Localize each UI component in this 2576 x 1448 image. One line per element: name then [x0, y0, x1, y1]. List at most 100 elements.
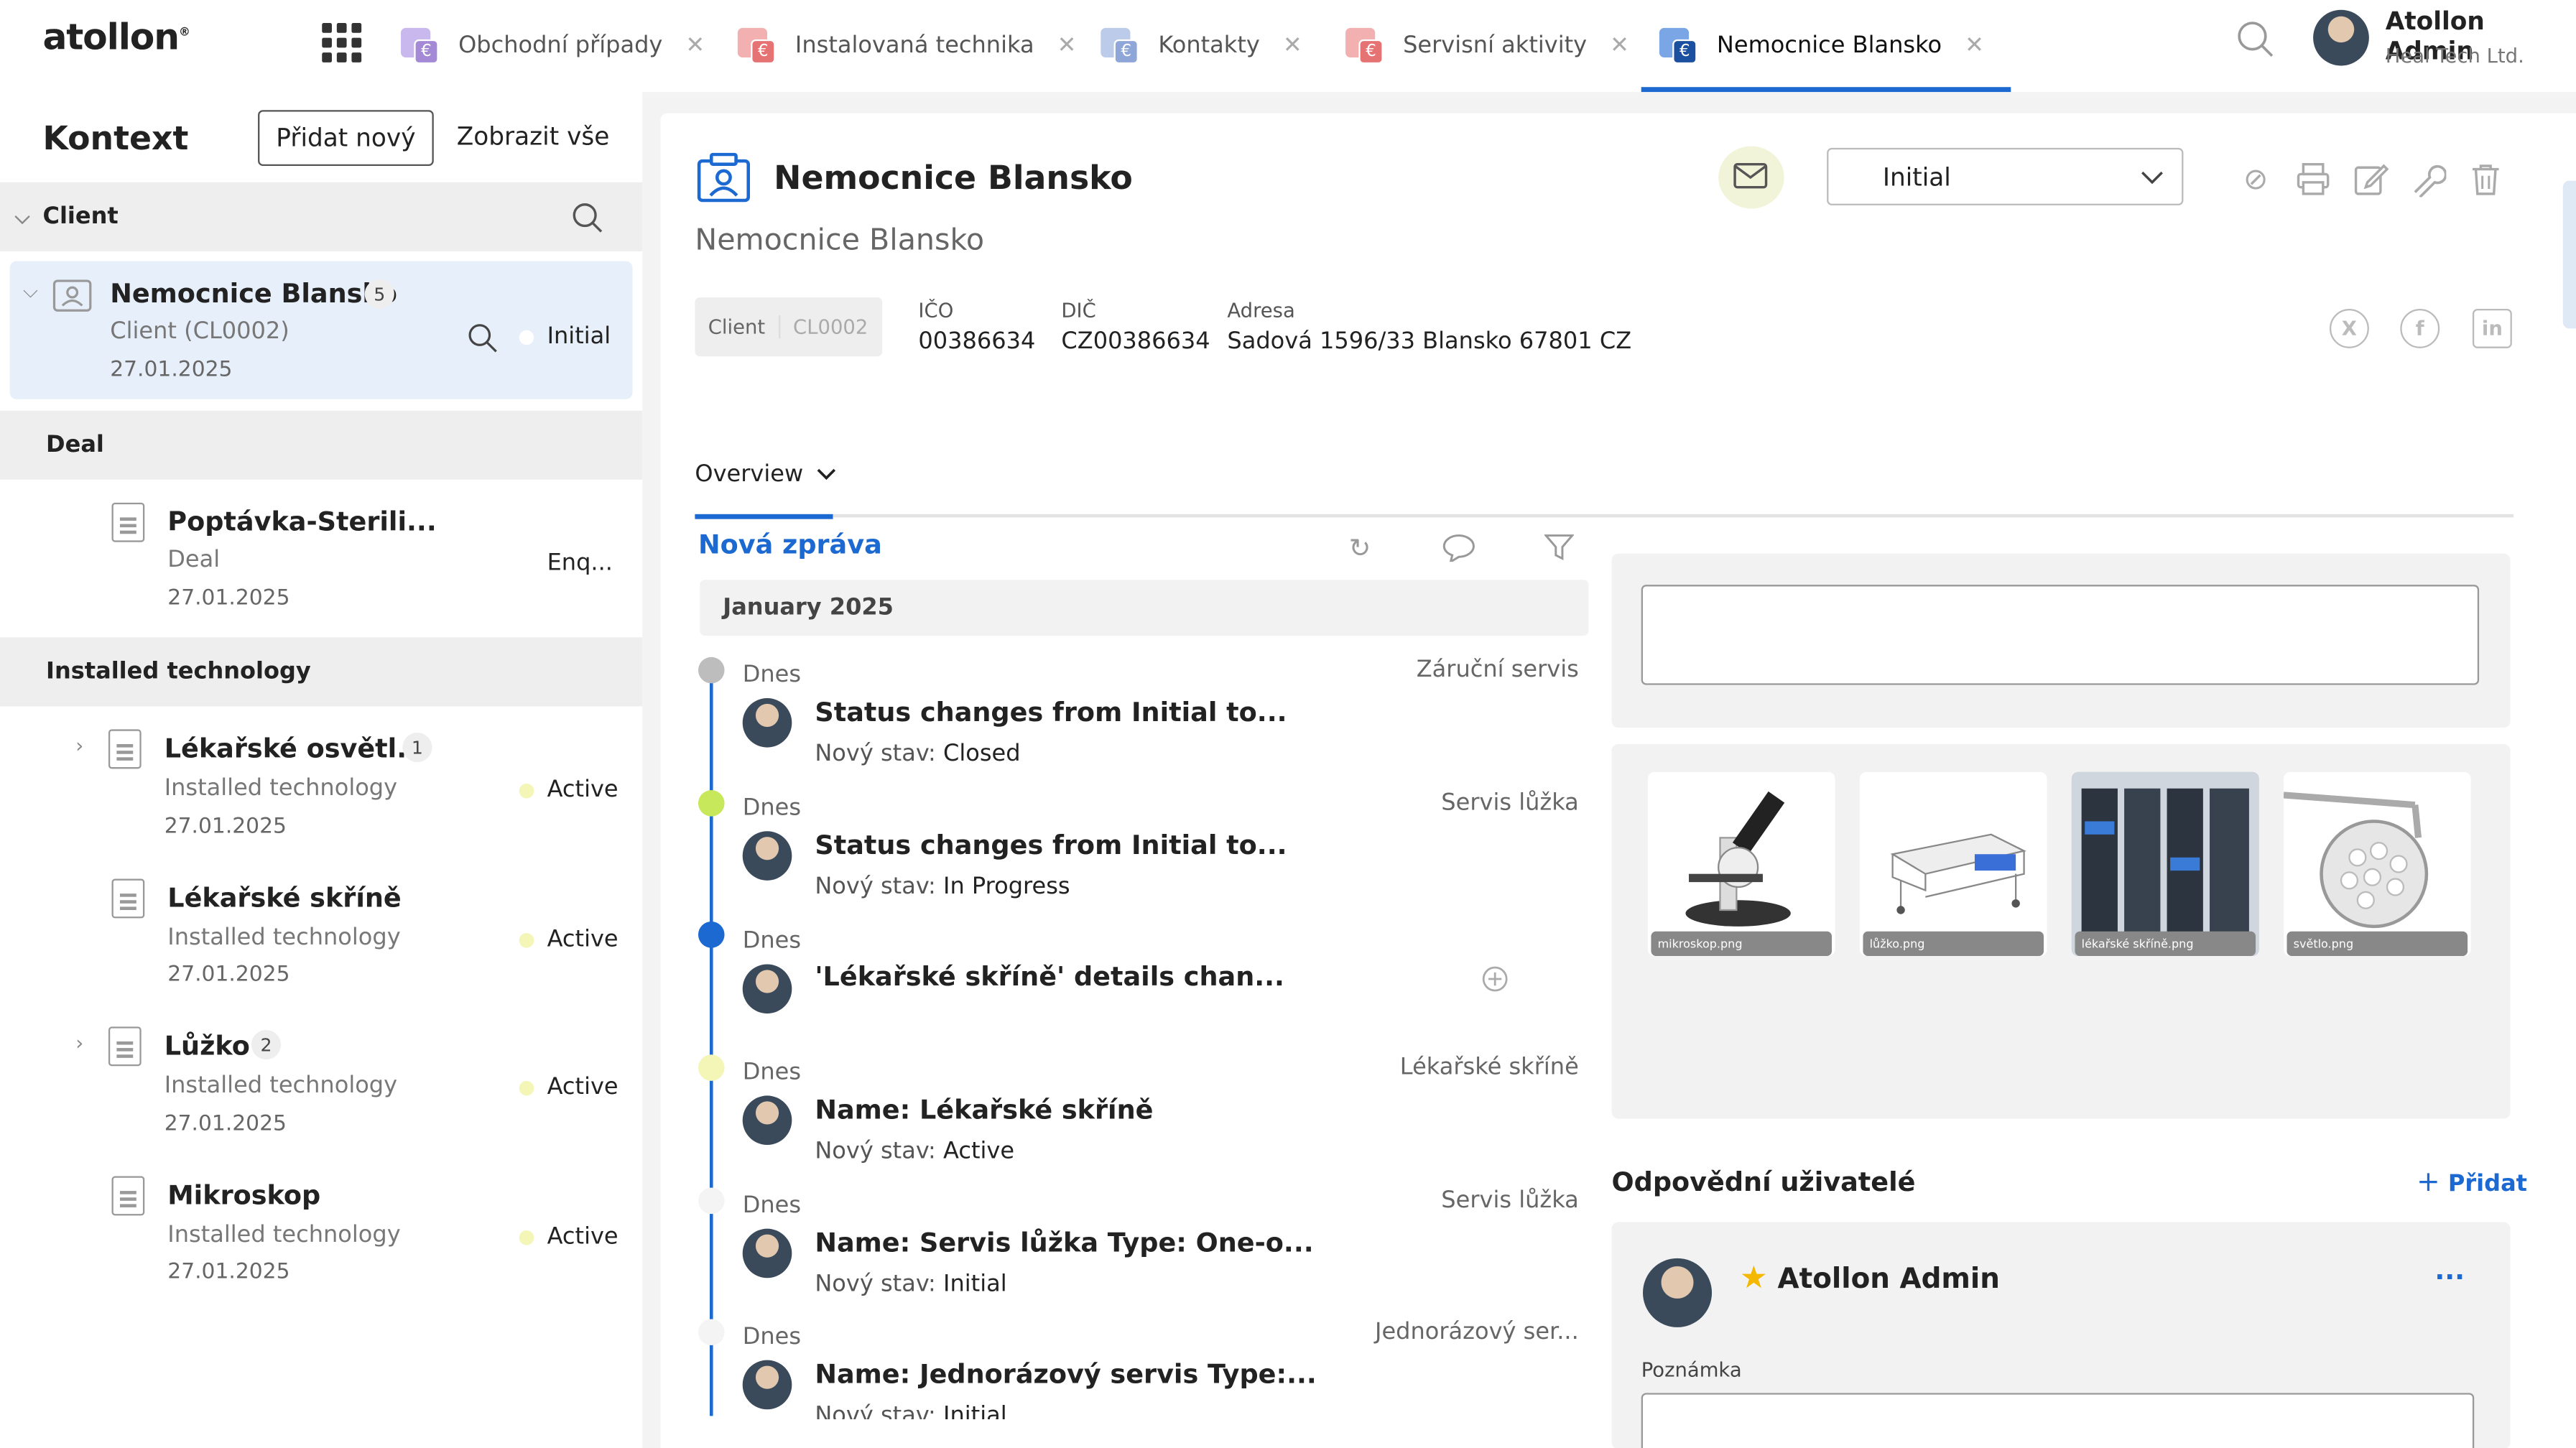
print-icon[interactable]: [2295, 161, 2331, 197]
service-icon: €: [1345, 24, 1388, 67]
show-all-button[interactable]: Zobrazit vše: [457, 121, 610, 151]
timeline-context[interactable]: Lékařské skříně: [1400, 1054, 1579, 1081]
timeline-title[interactable]: Name: Lékařské skříně: [815, 1094, 1153, 1125]
chevron-right-icon[interactable]: ›: [75, 1031, 83, 1054]
new-message-link[interactable]: Nová zpráva: [698, 529, 882, 560]
gallery-image[interactable]: lůžko.png: [1859, 771, 2047, 957]
status-badge: Initial: [519, 324, 611, 350]
timeline-context[interactable]: Servis lůžka: [1441, 1188, 1579, 1215]
wrench-icon[interactable]: [2410, 161, 2447, 198]
edit-icon[interactable]: [2353, 161, 2389, 197]
document-icon: [111, 1176, 145, 1216]
tab-nemocnice-blansko[interactable]: € Nemocnice Blansko ✕: [1641, 0, 2010, 93]
tab-active-indicator: [695, 514, 833, 519]
tab-servisni-aktivity[interactable]: € Servisní aktivity ✕: [1345, 0, 1629, 92]
close-icon[interactable]: ✕: [1283, 33, 1302, 60]
document-icon: [111, 878, 145, 919]
close-icon[interactable]: ✕: [1965, 33, 1984, 60]
timeline-title[interactable]: Status changes from Initial to...: [815, 697, 1287, 728]
search-icon[interactable]: [572, 202, 605, 235]
chevron-right-icon[interactable]: ›: [75, 734, 83, 757]
timeline-context[interactable]: Servis lůžka: [1441, 790, 1579, 817]
tab-label: Obchodní případy: [458, 32, 663, 60]
comment-input[interactable]: [1641, 585, 2480, 685]
add-new-button[interactable]: Přidat nový: [258, 110, 434, 166]
installed-name[interactable]: Mikroskop: [167, 1179, 320, 1210]
facebook-icon[interactable]: f: [2400, 308, 2440, 348]
status-dot-icon: [519, 1229, 534, 1245]
status-badge: Active: [519, 1075, 618, 1100]
section-label: Installed technology: [46, 659, 311, 685]
client-icon: €: [1659, 24, 1702, 67]
timeline-title[interactable]: Name: Servis lůžka Type: One-o...: [815, 1227, 1313, 1258]
tab-overview[interactable]: Overview: [695, 462, 836, 488]
close-icon[interactable]: ✕: [1610, 33, 1629, 60]
status-label: Active: [547, 1223, 618, 1250]
timeline-dot-icon: [698, 1319, 725, 1346]
comment-icon[interactable]: [1442, 532, 1475, 562]
refresh-icon[interactable]: ↻: [1349, 532, 1371, 563]
chip-code: CL0002: [778, 315, 881, 339]
dic-value: CZ00386634: [1061, 328, 1210, 355]
attachment-icon[interactable]: ⊘: [2238, 161, 2274, 197]
apps-grid-icon[interactable]: [322, 23, 362, 62]
star-icon[interactable]: ★: [1740, 1260, 1768, 1296]
installed-name[interactable]: Lékařské skříně: [167, 882, 401, 913]
installed-type: Installed technology: [164, 1072, 398, 1100]
timeline-context[interactable]: Jednorázový ser...: [1375, 1319, 1579, 1345]
close-icon[interactable]: ✕: [1057, 33, 1077, 60]
more-options-icon[interactable]: ···: [2434, 1261, 2465, 1292]
trash-icon[interactable]: [2468, 161, 2503, 197]
timeline-title[interactable]: Name: Jednorázový servis Type:...: [815, 1358, 1316, 1389]
status-select[interactable]: Initial: [1827, 147, 2184, 205]
section-deal: Deal: [0, 410, 643, 480]
avatar: [742, 964, 792, 1014]
mail-icon: [1733, 162, 1768, 189]
deal-icon: €: [401, 24, 443, 67]
sub-label: Nový stav:: [815, 873, 936, 901]
sub-label: Nový stav:: [815, 1271, 936, 1298]
tab-label: Kontakty: [1158, 32, 1260, 60]
installed-name[interactable]: Lékařské osvětl...: [165, 733, 427, 764]
timeline-title[interactable]: Status changes from Initial to...: [815, 830, 1287, 860]
client-code-chip: Client CL0002: [695, 297, 883, 357]
search-icon[interactable]: [468, 324, 498, 353]
tab-kontakty[interactable]: € Kontakty ✕: [1101, 0, 1302, 92]
timeline-date: Dnes: [742, 1324, 802, 1350]
timeline-title[interactable]: 'Lékařské skříně' details chan...: [815, 961, 1284, 992]
gallery-image[interactable]: mikroskop.png: [1647, 771, 1835, 957]
user-company: Heal Tech Ltd.: [2385, 44, 2524, 68]
app-logo[interactable]: atollon®: [42, 18, 190, 59]
deal-name[interactable]: Poptávka-Sterili...: [167, 506, 436, 537]
close-icon[interactable]: ✕: [685, 33, 705, 60]
add-user-button[interactable]: + Přidat: [2417, 1166, 2527, 1199]
status-badge: Active: [519, 927, 618, 952]
gallery-image[interactable]: světlo.png: [2283, 771, 2471, 957]
installed-name[interactable]: Lůžko: [165, 1030, 250, 1061]
mail-button[interactable]: [1718, 146, 1784, 209]
x-twitter-icon[interactable]: X: [2329, 308, 2369, 348]
linkedin-icon[interactable]: in: [2472, 308, 2512, 348]
filter-icon[interactable]: [1544, 532, 1574, 562]
user-avatar[interactable]: [2313, 9, 2369, 66]
installed-date: 27.01.2025: [167, 962, 290, 988]
status-dot-icon: [519, 329, 534, 345]
responsible-user-name: Atollon Admin: [1777, 1263, 2000, 1296]
section-client[interactable]: ⌵ Client: [0, 182, 643, 251]
tab-obchodni-pripady[interactable]: € Obchodní případy ✕: [401, 0, 705, 92]
responsible-users-title: Odpovědní uživatelé: [1611, 1166, 1916, 1198]
gallery-image[interactable]: lékařské skříně.png: [2071, 771, 2259, 957]
contact-card-icon: [52, 279, 92, 312]
sub-label: Nový stav:: [815, 1138, 936, 1165]
chevron-down-icon[interactable]: ⌵: [15, 205, 30, 229]
client-name[interactable]: Nemocnice Blansko: [110, 278, 397, 309]
search-icon[interactable]: [2236, 19, 2276, 59]
plus-circle-icon[interactable]: [1482, 966, 1509, 993]
scrollbar[interactable]: [2562, 180, 2576, 329]
timeline-context[interactable]: Záruční servis: [1417, 657, 1579, 684]
avatar: [742, 1228, 792, 1278]
tab-instalovana-technika[interactable]: € Instalovaná technika ✕: [737, 0, 1077, 92]
tab-divider: [695, 514, 2514, 518]
note-input[interactable]: [1641, 1393, 2475, 1448]
chevron-down-icon[interactable]: ⌵: [23, 279, 38, 304]
